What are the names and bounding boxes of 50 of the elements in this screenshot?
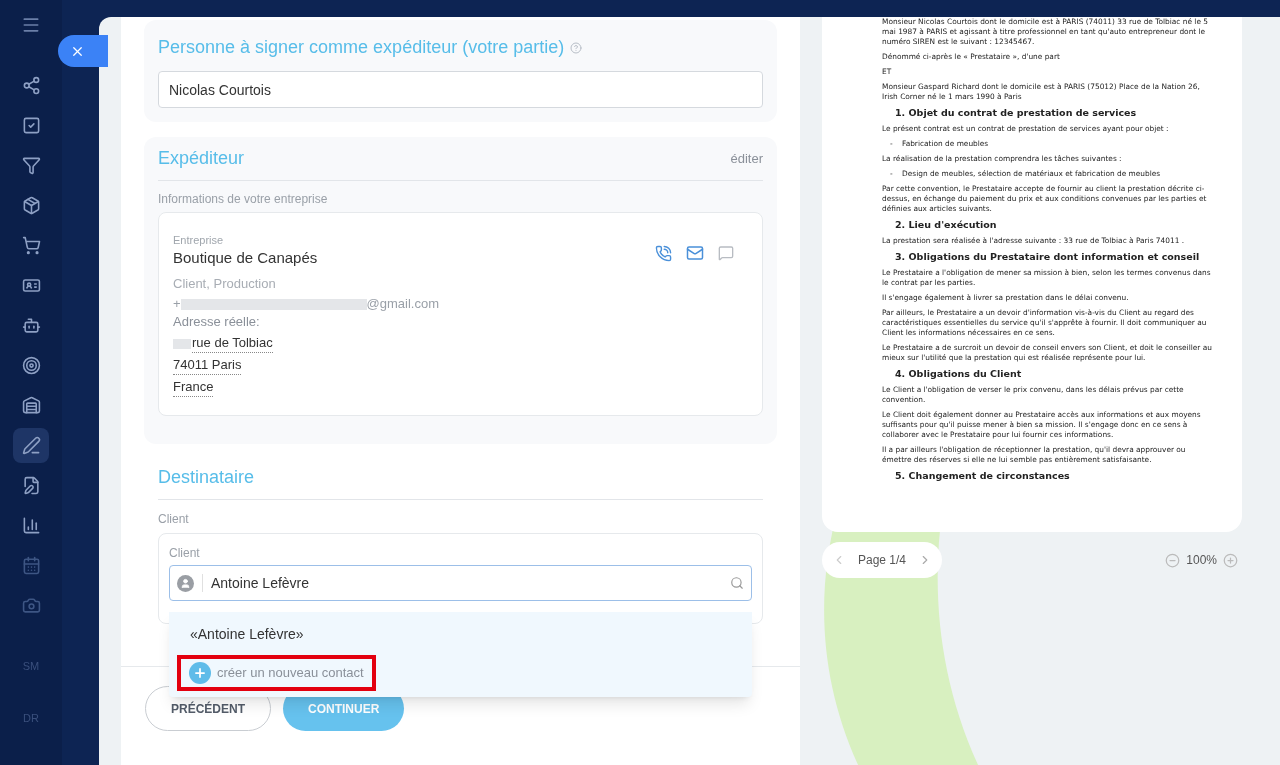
mail-icon[interactable] bbox=[686, 244, 704, 262]
address-line: rue de Tolbiac bbox=[192, 334, 273, 353]
calendar-icon bbox=[21, 556, 41, 575]
share-icon bbox=[21, 76, 41, 95]
document-heading: 2. Lieu d'exécution bbox=[895, 219, 998, 231]
pen-icon bbox=[21, 436, 41, 455]
user-icon bbox=[177, 574, 194, 592]
address-line: France bbox=[173, 378, 214, 397]
close-button[interactable] bbox=[58, 35, 108, 67]
document-edit-icon bbox=[21, 476, 41, 495]
phone-prefix: + bbox=[173, 295, 181, 313]
camera-icon bbox=[21, 596, 41, 615]
target-icon bbox=[21, 356, 41, 375]
company-label: Entreprise bbox=[173, 233, 225, 248]
bar-chart-icon bbox=[21, 516, 41, 535]
redaction-bar bbox=[173, 338, 191, 349]
section-subtitle: Informations de votre entreprise bbox=[158, 191, 329, 208]
zoom-level: 100% bbox=[1186, 552, 1217, 569]
checkbox-icon bbox=[21, 116, 41, 135]
document-heading: 5. Changement de circonstances bbox=[895, 470, 1071, 482]
page-indicator: Page 1/4 bbox=[857, 552, 906, 569]
sidebar-item[interactable] bbox=[13, 428, 49, 463]
section-title: Expéditeur bbox=[158, 147, 245, 170]
company-type: Client, Production bbox=[173, 275, 277, 293]
menu-icon[interactable] bbox=[21, 15, 41, 35]
client-search-field[interactable]: Antoine Lefèvre bbox=[169, 565, 752, 601]
plus-icon bbox=[189, 662, 211, 684]
document-heading: 1. Objet du contrat de prestation de services bbox=[895, 107, 1138, 119]
cart-icon bbox=[21, 236, 41, 255]
box-icon bbox=[21, 196, 41, 215]
company-name: Boutique de Canapés bbox=[173, 249, 318, 267]
create-contact-item[interactable]: créer un nouveau contact bbox=[177, 655, 376, 691]
section-title: Personne à signer comme expéditeur (votre partie) bbox=[158, 36, 565, 59]
edit-link[interactable]: éditer bbox=[730, 148, 763, 169]
document-heading: 3. Obligations du Prestataire dont information et conseil bbox=[895, 251, 1201, 263]
address-line: 74011 Paris bbox=[173, 356, 242, 375]
id-card-icon bbox=[21, 276, 41, 295]
field-label: Client bbox=[169, 545, 201, 562]
funnel-icon bbox=[21, 156, 41, 175]
signer-field[interactable]: Nicolas Courtois bbox=[158, 71, 763, 108]
document-heading: 4. Obligations du Client bbox=[895, 368, 1023, 380]
robot-icon bbox=[21, 316, 41, 335]
suggestion-item[interactable]: «Antoine Lefèvre» bbox=[177, 618, 317, 651]
client-value: Antoine Lefèvre bbox=[211, 573, 311, 593]
contact-email: @gmail.com bbox=[366, 295, 440, 313]
field-label: Client bbox=[158, 511, 190, 528]
address-label: Adresse réelle: bbox=[173, 313, 261, 331]
phone-icon[interactable] bbox=[655, 244, 672, 262]
section-title: Destinataire bbox=[158, 467, 255, 487]
warehouse-icon bbox=[21, 396, 41, 415]
